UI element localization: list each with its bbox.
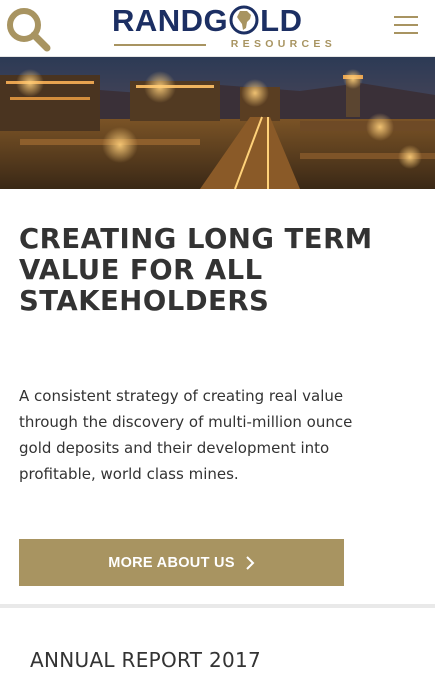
logo-text-left: RANDG (112, 3, 229, 38)
africa-globe-icon (229, 5, 259, 35)
search-button[interactable] (4, 5, 52, 53)
cta-label: MORE ABOUT US (108, 554, 235, 571)
chevron-right-icon (246, 555, 255, 570)
logo-text-right: LD (260, 3, 303, 38)
menu-line (394, 24, 418, 26)
intro-paragraph: A consistent strategy of creating real v… (19, 387, 353, 483)
logo-wordmark: RANDG LD (112, 4, 303, 38)
annual-report-heading[interactable]: ANNUAL REPORT 2017 (30, 648, 261, 672)
search-icon (7, 8, 51, 52)
hero-image (0, 57, 435, 189)
night-mine-photo (0, 57, 435, 189)
more-about-us-button[interactable]: MORE ABOUT US (19, 539, 344, 586)
logo-subtext: RESOURCES (230, 38, 336, 50)
randgold-logo[interactable]: RANDG LD RESOURCES (112, 4, 338, 52)
menu-line (394, 32, 418, 34)
site-header: RANDG LD RESOURCES (0, 0, 435, 57)
page-headline: CREATING LONG TERM VALUE FOR ALL STAKEHO… (19, 223, 373, 317)
hamburger-menu-button[interactable] (394, 16, 420, 38)
logo-underline (114, 44, 206, 46)
menu-line (394, 16, 418, 18)
section-divider (0, 604, 435, 608)
